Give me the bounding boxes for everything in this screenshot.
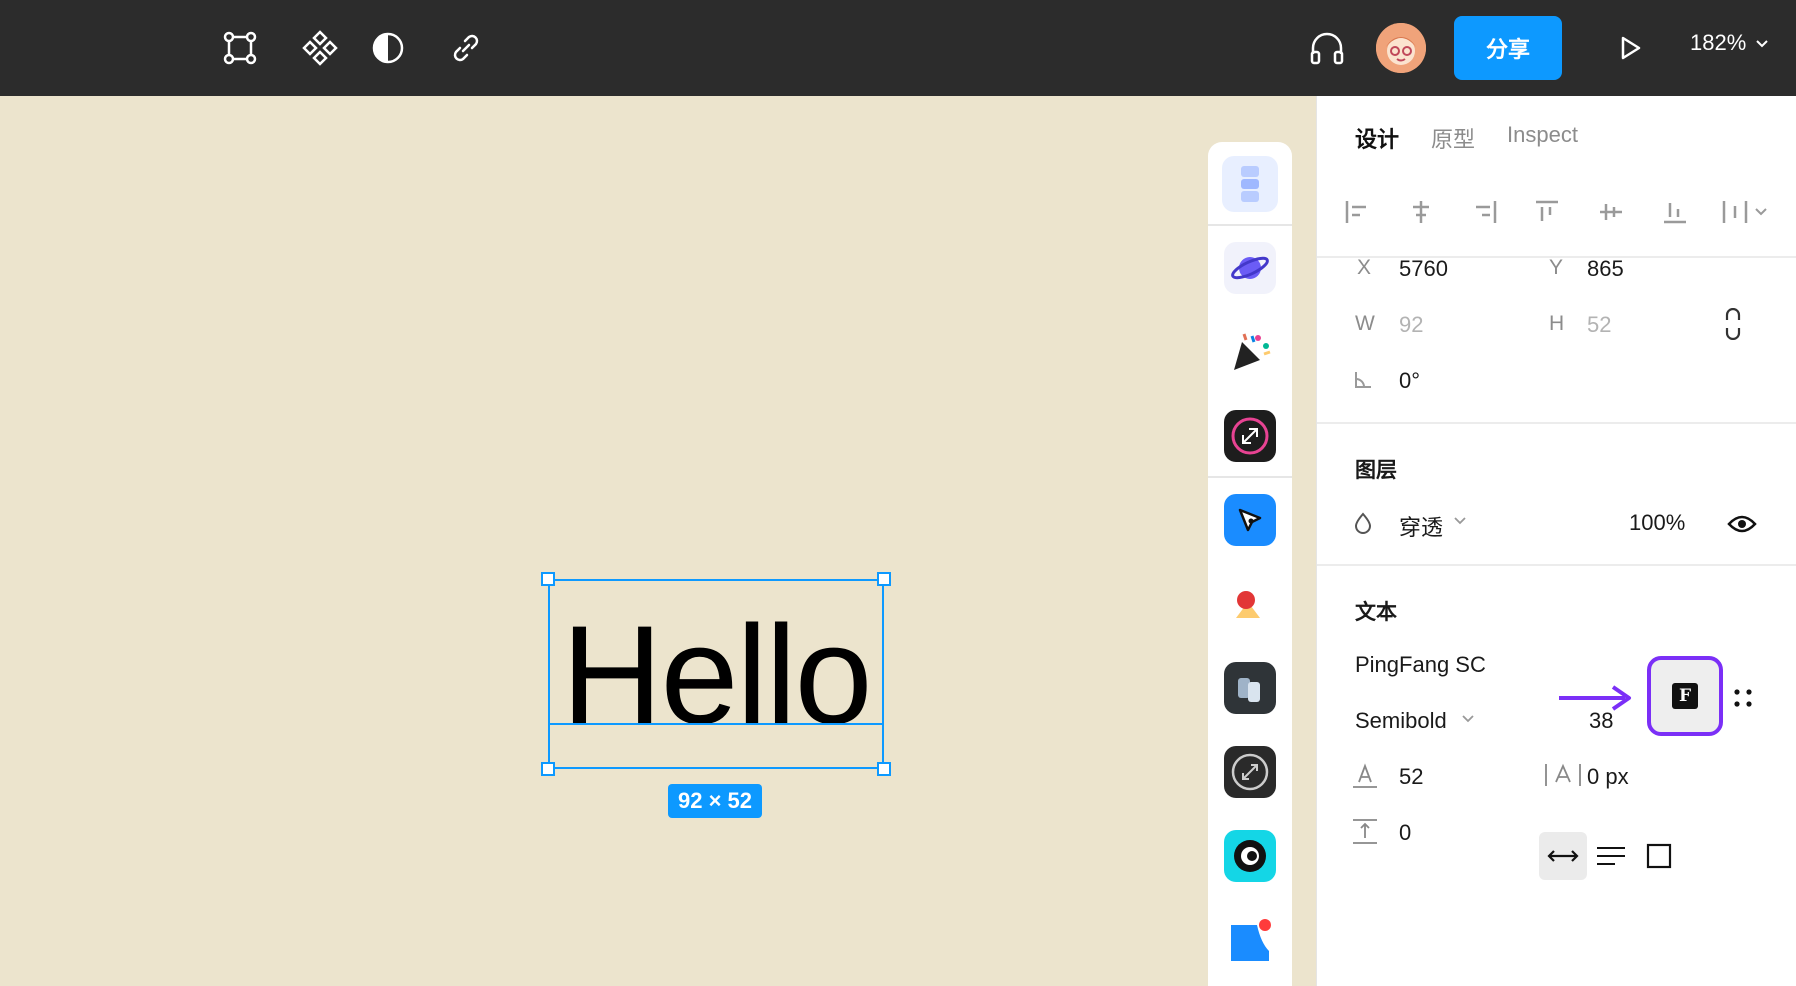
y-input[interactable]: 865 (1587, 256, 1624, 282)
h-input[interactable]: 52 (1587, 312, 1611, 338)
chevron-down-icon[interactable] (1461, 712, 1475, 731)
x-input[interactable]: 5760 (1399, 256, 1448, 282)
y-label: Y (1549, 256, 1564, 279)
blend-drop-icon (1353, 512, 1373, 539)
line-height-input[interactable]: 52 (1399, 764, 1423, 790)
font-size-input[interactable]: 38 (1589, 708, 1613, 734)
plugin-dock (1208, 142, 1292, 986)
planet-plugin-icon[interactable] (1224, 242, 1276, 294)
eye-icon[interactable] (1727, 514, 1757, 539)
eye-plugin-icon[interactable] (1224, 830, 1276, 882)
constrain-proportions-icon[interactable] (1723, 307, 1743, 345)
blend-mode-select[interactable]: 穿透 (1399, 510, 1443, 542)
divider (1317, 422, 1796, 424)
x-label: X (1357, 256, 1372, 279)
font-family-select[interactable]: PingFang SC (1355, 652, 1486, 678)
frame-tool-icon[interactable] (216, 24, 264, 72)
align-top-icon[interactable] (1527, 192, 1567, 232)
zoom-label: 182% (1690, 30, 1747, 55)
text-lines-icon (1597, 847, 1625, 865)
size-badge: 92 × 52 (668, 784, 762, 818)
auto-height-toggle[interactable] (1587, 832, 1635, 880)
party-plugin-icon[interactable] (1224, 326, 1276, 378)
shapes-plugin-icon[interactable] (1224, 578, 1276, 630)
rotation-input[interactable]: 0° (1399, 368, 1420, 394)
resize-handle-bottom-right[interactable] (877, 762, 891, 776)
mirror-plugin-icon[interactable] (1224, 662, 1276, 714)
layer-section-title: 图层 (1355, 458, 1397, 482)
dock-divider (1208, 224, 1292, 226)
square-icon (1646, 843, 1672, 869)
canvas[interactable] (0, 96, 1316, 986)
scale-plugin-icon[interactable] (1224, 746, 1276, 798)
w-label: W (1355, 312, 1375, 335)
align-right-icon[interactable] (1465, 192, 1505, 232)
top-toolbar: 分享 182% (0, 0, 1796, 96)
tab-prototype[interactable]: 原型 (1431, 122, 1475, 154)
distribute-icon[interactable] (1717, 192, 1773, 232)
dock-divider (1208, 476, 1292, 478)
resize-handle-top-left[interactable] (541, 572, 555, 586)
link-icon[interactable] (442, 24, 490, 72)
share-button[interactable]: 分享 (1454, 16, 1562, 80)
zoom-dropdown[interactable]: 182% (1690, 30, 1770, 56)
align-horizontal-center-icon[interactable] (1401, 192, 1441, 232)
play-icon[interactable] (1606, 24, 1654, 72)
divider (1317, 564, 1796, 566)
auto-width-icon (1547, 850, 1579, 862)
auto-width-toggle[interactable] (1539, 832, 1587, 880)
line-height-icon (1351, 760, 1379, 795)
resize-handle-bottom-left[interactable] (541, 762, 555, 776)
font-plugin-button[interactable]: F (1647, 656, 1723, 736)
resize-handle-top-right[interactable] (877, 572, 891, 586)
selection-box[interactable] (548, 579, 884, 769)
opacity-input[interactable]: 100% (1629, 510, 1685, 536)
h-label: H (1549, 312, 1565, 335)
letter-spacing-input[interactable]: 0 px (1587, 764, 1629, 790)
chevron-down-icon[interactable] (1453, 514, 1467, 533)
align-bottom-icon[interactable] (1655, 192, 1695, 232)
component-icon[interactable] (296, 24, 344, 72)
headphones-icon[interactable] (1303, 24, 1351, 72)
fixed-size-toggle[interactable] (1635, 832, 1683, 880)
tab-design[interactable]: 设计 (1355, 122, 1399, 154)
chevron-down-icon (1756, 40, 1768, 48)
font-weight-select[interactable]: Semibold (1355, 708, 1447, 734)
paragraph-spacing-input[interactable]: 0 (1399, 820, 1411, 846)
letter-spacing-icon (1543, 760, 1583, 795)
properties-panel: 设计 原型 Inspect X 5760 Y 865 W 92 H 52 0° … (1316, 96, 1796, 986)
align-left-icon[interactable] (1337, 192, 1377, 232)
layout-plugin-icon[interactable] (1222, 156, 1278, 212)
tab-inspect[interactable]: Inspect (1507, 122, 1578, 148)
rotation-icon (1353, 370, 1373, 395)
paragraph-spacing-icon (1351, 816, 1379, 851)
font-f-icon: F (1672, 683, 1698, 709)
pen-plugin-icon[interactable] (1224, 494, 1276, 546)
resize-plugin-icon[interactable] (1224, 410, 1276, 462)
contrast-icon[interactable] (364, 24, 412, 72)
text-section-title: 文本 (1355, 600, 1397, 624)
w-input[interactable]: 92 (1399, 312, 1423, 338)
avatar[interactable] (1376, 23, 1426, 73)
align-vertical-center-icon[interactable] (1591, 192, 1631, 232)
corner-plugin-icon[interactable] (1224, 914, 1276, 966)
text-styles-grid-icon[interactable] (1733, 688, 1753, 713)
